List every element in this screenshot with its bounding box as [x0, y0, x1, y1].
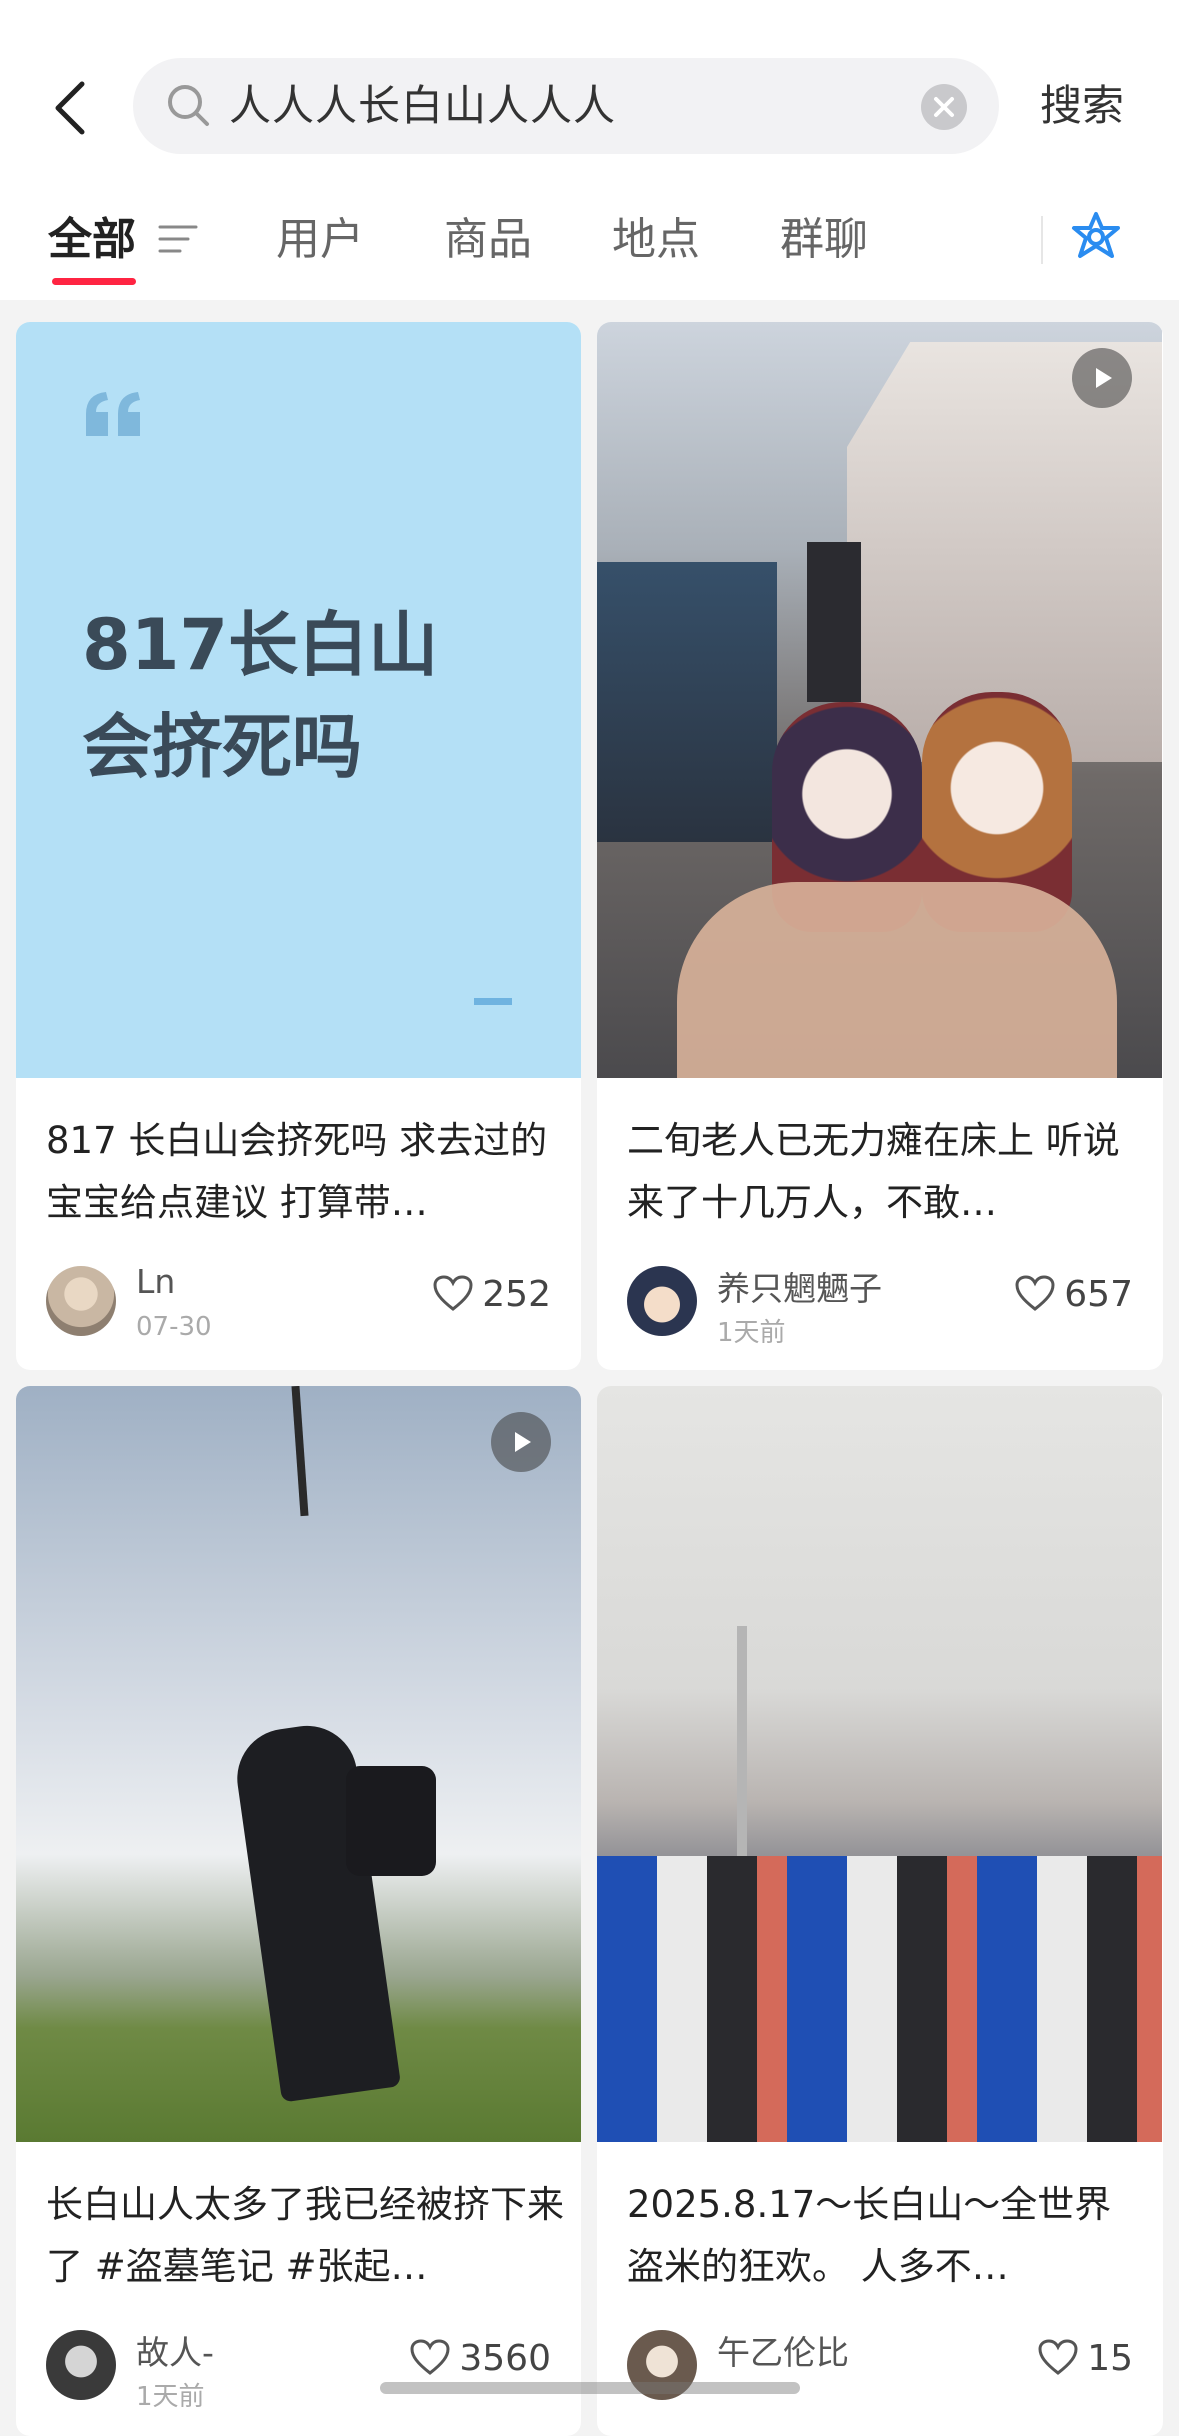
post-cover	[597, 322, 1162, 1078]
post-title: 2025.8.17～长白山～全世界盗米的狂欢。 人多不…	[627, 2183, 1112, 2288]
post-date: 1天前	[136, 2382, 205, 2412]
backpack-shape	[346, 1766, 436, 1876]
post-cover	[597, 1386, 1162, 2142]
sword-shape	[291, 1386, 309, 1517]
post-card[interactable]: 2025.8.17～长白山～全世界盗米的狂欢。 人多不… 午乙伦比 15	[597, 1386, 1163, 2436]
tower-shape	[737, 1626, 747, 1856]
active-tab-indicator	[52, 278, 136, 285]
tab-products[interactable]: 商品	[444, 210, 532, 270]
home-indicator[interactable]	[380, 2382, 800, 2394]
search-icon	[168, 85, 209, 126]
author-name[interactable]: 养只魍魉子	[717, 1262, 882, 1310]
heart-icon	[410, 2339, 450, 2375]
post-cover	[16, 1386, 581, 2142]
filter-icon[interactable]	[158, 222, 198, 256]
tab-all[interactable]: 全部	[48, 210, 136, 270]
like-count[interactable]: 15	[1037, 2334, 1133, 2384]
poster-shape	[597, 562, 777, 842]
avatar[interactable]	[46, 2330, 116, 2400]
heart-icon	[1038, 2339, 1078, 2375]
tab-group-chats[interactable]: 群聊	[780, 210, 868, 270]
top-bar: 人人人长白山人人人 搜索 全部 用户 商品 地点 群聊	[0, 0, 1179, 300]
video-play-icon	[491, 1412, 551, 1472]
heart-icon	[433, 1275, 473, 1311]
ai-sparkle-icon[interactable]	[1068, 210, 1124, 266]
search-query: 人人人长白山人人人	[229, 81, 617, 130]
like-count[interactable]: 252	[432, 1270, 551, 1320]
author-name[interactable]: 故人-	[136, 2326, 214, 2374]
like-count-value: 3560	[459, 2338, 551, 2379]
clear-icon[interactable]	[921, 84, 967, 130]
post-title: 817 长白山会挤死吗 求去过的宝宝给点建议 打算带…	[46, 1119, 548, 1224]
avatar[interactable]	[627, 1266, 697, 1336]
sign-shape	[807, 542, 861, 702]
tab-divider	[1041, 216, 1043, 264]
video-play-icon	[1072, 348, 1132, 408]
like-count[interactable]: 657	[1014, 1270, 1133, 1320]
cover-dash	[474, 998, 512, 1005]
tab-places[interactable]: 地点	[612, 210, 700, 270]
post-card[interactable]: 二旬老人已无力瘫在床上 听说来了十几万人，不敢… 养只魍魉子 1天前 657	[597, 322, 1163, 1370]
post-date: 07-30	[136, 1312, 212, 1342]
post-card[interactable]: 817长白山 会挤死吗 817 长白山会挤死吗 求去过的宝宝给点建议 打算带… …	[16, 322, 581, 1370]
post-cover: 817长白山 会挤死吗	[16, 322, 581, 1078]
quote-icon	[86, 392, 140, 436]
author-name[interactable]: Ln	[136, 1262, 175, 1301]
author-name[interactable]: 午乙伦比	[717, 2326, 849, 2374]
post-card[interactable]: 长白山人太多了我已经被挤下来了 #盗墓笔记 #张起… 故人- 1天前 3560	[16, 1386, 581, 2436]
post-date: 1天前	[717, 1318, 786, 1348]
like-count-value: 15	[1087, 2338, 1133, 2379]
search-button[interactable]: 搜索	[1040, 76, 1124, 136]
search-input[interactable]: 人人人长白山人人人	[133, 58, 999, 154]
avatar[interactable]	[46, 1266, 116, 1336]
crowd-shape	[597, 1856, 1162, 2142]
hand-shape	[677, 882, 1117, 1078]
post-title: 长白山人太多了我已经被挤下来了 #盗墓笔记 #张起…	[46, 2183, 564, 2288]
like-count[interactable]: 3560	[409, 2334, 551, 2384]
cover-text: 817长白山 会挤死吗	[82, 604, 439, 788]
like-count-value: 252	[482, 1274, 551, 1315]
post-title: 二旬老人已无力瘫在床上 听说来了十几万人，不敢…	[627, 1119, 1120, 1224]
heart-icon	[1015, 1275, 1055, 1311]
back-icon[interactable]	[48, 78, 92, 138]
like-count-value: 657	[1064, 1274, 1133, 1315]
tab-users[interactable]: 用户	[276, 210, 364, 270]
